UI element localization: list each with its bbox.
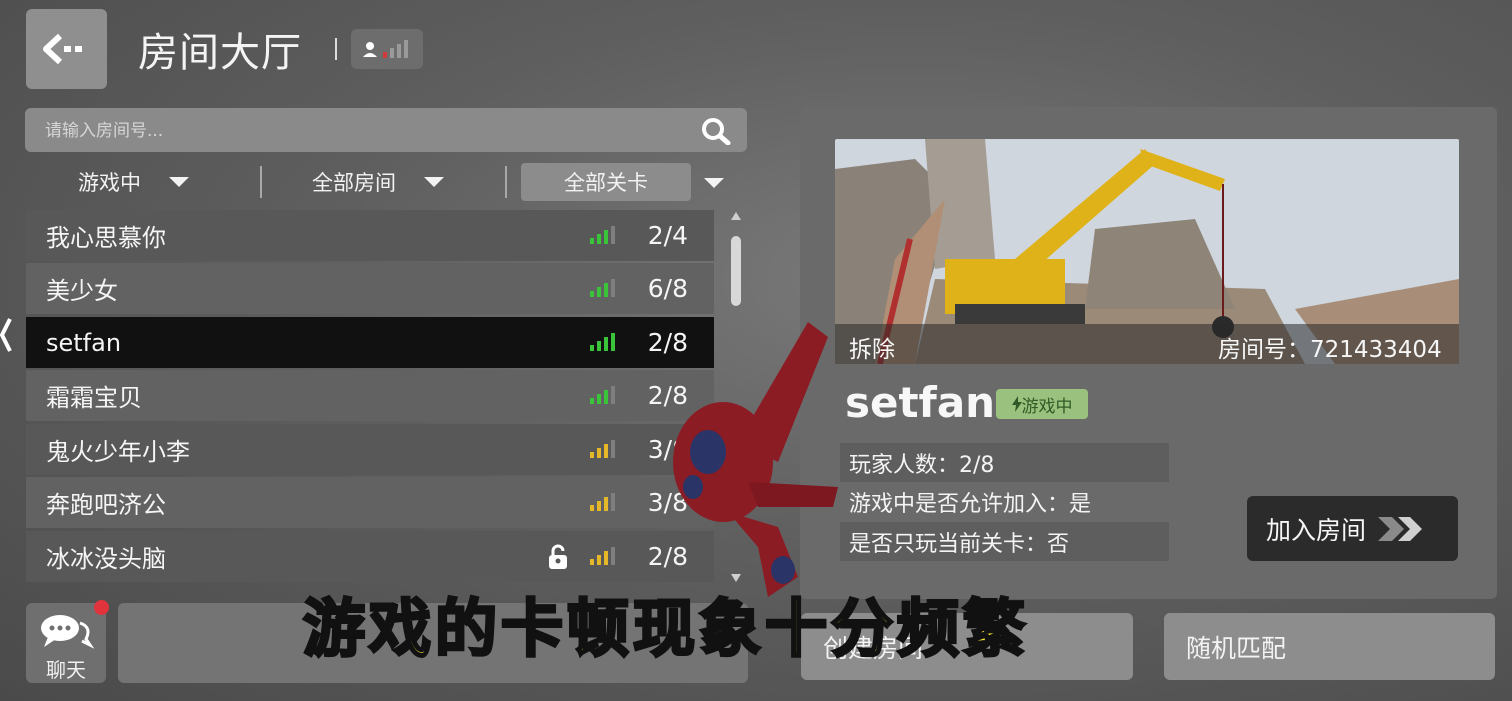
caret-down-icon	[169, 177, 189, 187]
room-row[interactable]: 霜霜宝贝 2/8	[26, 370, 714, 421]
room-name: setfan	[46, 328, 122, 357]
room-name: 鬼火少年小李	[46, 438, 190, 466]
filter-divider	[505, 166, 507, 198]
room-name: 我心思慕你	[46, 224, 166, 252]
room-list: 我心思慕你 2/4 美少女 6/8 setfan 2/8 霜霜宝贝 2/8 鬼火…	[26, 208, 714, 586]
signal-strength-icon	[590, 547, 615, 565]
user-signal-icon	[363, 40, 408, 58]
join-room-label: 加入房间	[1266, 515, 1367, 545]
chat-bubble-icon	[41, 615, 94, 649]
join-room-button[interactable]: 加入房间	[1247, 496, 1458, 561]
chat-label: 聊天	[46, 658, 86, 682]
search-icon[interactable]	[701, 117, 731, 145]
room-name: 奔跑吧济公	[46, 491, 166, 519]
filter-divider	[260, 166, 262, 198]
filter-room-type-label: 全部房间	[312, 171, 396, 195]
filter-room-type-dropdown[interactable]: 全部房间	[312, 163, 444, 201]
double-chevron-right-icon	[1378, 516, 1423, 541]
scrollbar-thumb[interactable]	[731, 236, 741, 306]
room-title: setfan	[845, 378, 996, 427]
room-row[interactable]: 奔跑吧济公 3/8	[26, 477, 714, 528]
signal-strength-icon	[590, 226, 615, 244]
current-level-only-info: 是否只玩当前关卡：否	[840, 522, 1169, 561]
room-row[interactable]: 鬼火少年小李 3/8	[26, 424, 714, 475]
room-name: 冰冰没头脑	[46, 545, 166, 573]
room-id: 房间号：721433404	[1218, 337, 1442, 363]
caret-down-icon	[424, 177, 444, 187]
status-badge-label: 游戏中	[1021, 396, 1073, 417]
status-badge: 游戏中	[996, 389, 1088, 419]
video-caption: 游戏的卡顿现象十分频繁	[301, 591, 1030, 667]
random-match-button[interactable]: 随机匹配	[1164, 613, 1495, 680]
chat-notification-dot	[94, 600, 109, 615]
page-title: 房间大厅	[138, 30, 302, 76]
room-row[interactable]: 冰冰没头脑 2/8	[26, 531, 714, 582]
signal-strength-icon	[590, 279, 615, 297]
signal-strength-icon	[590, 440, 615, 458]
room-search-input[interactable]	[25, 108, 707, 154]
network-status-badge	[351, 29, 423, 69]
room-player-count: 2/4	[647, 221, 688, 250]
signal-strength-icon	[590, 333, 615, 351]
filter-status-dropdown[interactable]: 游戏中	[78, 163, 189, 201]
back-arrow-icon	[42, 33, 82, 65]
room-row-selected[interactable]: setfan 2/8	[26, 317, 714, 368]
allow-join-info: 游戏中是否允许加入：是	[849, 491, 1092, 517]
lock-icon	[549, 544, 567, 569]
title-divider	[335, 38, 337, 60]
room-search-bar	[25, 108, 747, 154]
signal-strength-icon	[590, 386, 615, 404]
signal-strength-icon	[590, 493, 615, 511]
left-edge-chevron-icon	[0, 318, 12, 352]
room-row[interactable]: 美少女 6/8	[26, 263, 714, 314]
ragdoll-character	[673, 322, 838, 597]
player-count-info: 玩家人数：2/8	[840, 443, 1169, 482]
lightning-icon	[1011, 396, 1022, 412]
map-name: 拆除	[849, 337, 895, 363]
filter-level-label: 全部关卡	[564, 171, 648, 195]
filter-level-dropdown[interactable]: 全部关卡	[521, 163, 691, 201]
caret-down-icon[interactable]	[704, 178, 724, 188]
room-name: 霜霜宝贝	[46, 384, 142, 412]
room-name: 美少女	[46, 277, 118, 305]
filter-status-label: 游戏中	[78, 171, 141, 195]
room-row[interactable]: 我心思慕你 2/4	[26, 210, 714, 261]
room-player-count: 6/8	[647, 274, 688, 303]
back-button[interactable]	[26, 9, 107, 89]
